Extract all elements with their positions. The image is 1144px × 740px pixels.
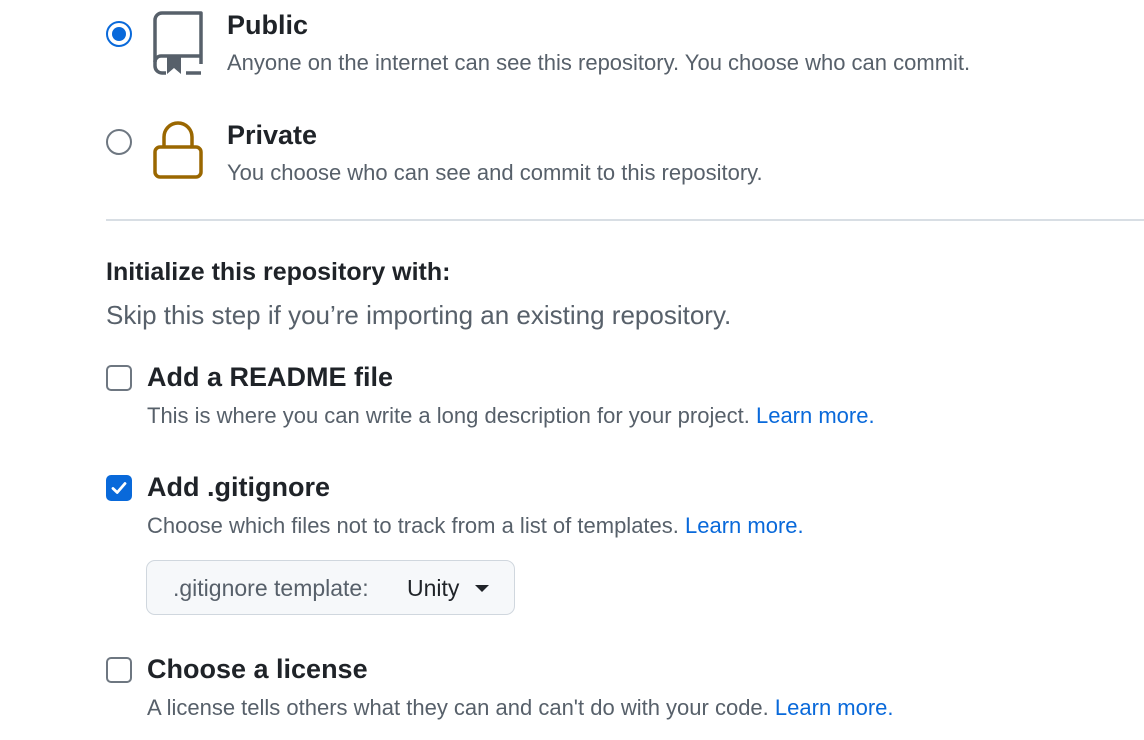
- gitignore-template-value: Unity: [407, 575, 460, 601]
- license-learn-more-link[interactable]: Learn more.: [775, 695, 894, 720]
- repo-icon: [152, 10, 204, 81]
- readme-learn-more-link[interactable]: Learn more.: [756, 403, 875, 428]
- readme-label[interactable]: Add a README file: [147, 362, 393, 393]
- checkmark-icon: [111, 482, 127, 494]
- gitignore-description-text: Choose which files not to track from a l…: [147, 513, 679, 538]
- gitignore-label[interactable]: Add .gitignore: [147, 472, 330, 503]
- license-checkbox[interactable]: [106, 657, 132, 683]
- public-description: Anyone on the internet can see this repo…: [227, 50, 971, 75]
- gitignore-template-select[interactable]: .gitignore template: Unity: [146, 560, 515, 615]
- license-description: A license tells others what they can and…: [147, 695, 894, 721]
- initialize-subheading: Skip this step if you’re importing an ex…: [106, 300, 732, 330]
- initialize-heading: Initialize this repository with:: [106, 258, 451, 286]
- private-title: Private: [227, 120, 318, 150]
- gitignore-template-label: .gitignore template:: [173, 575, 369, 601]
- readme-description: This is where you can write a long descr…: [147, 403, 875, 429]
- readme-checkbox[interactable]: [106, 365, 132, 391]
- public-title: Public: [227, 10, 309, 40]
- gitignore-description: Choose which files not to track from a l…: [147, 513, 804, 539]
- license-description-text: A license tells others what they can and…: [147, 695, 769, 720]
- private-radio[interactable]: [106, 129, 132, 155]
- private-description: You choose who can see and commit to thi…: [227, 160, 763, 185]
- new-repository-form: Public Anyone on the internet can see th…: [0, 0, 1144, 740]
- license-label[interactable]: Choose a license: [147, 654, 368, 685]
- readme-description-text: This is where you can write a long descr…: [147, 403, 750, 428]
- gitignore-learn-more-link[interactable]: Learn more.: [685, 513, 804, 538]
- caret-down-icon: [475, 585, 489, 592]
- lock-icon: [152, 119, 204, 186]
- public-radio[interactable]: [106, 21, 132, 47]
- section-divider: [106, 219, 1144, 221]
- gitignore-checkbox[interactable]: [106, 475, 132, 501]
